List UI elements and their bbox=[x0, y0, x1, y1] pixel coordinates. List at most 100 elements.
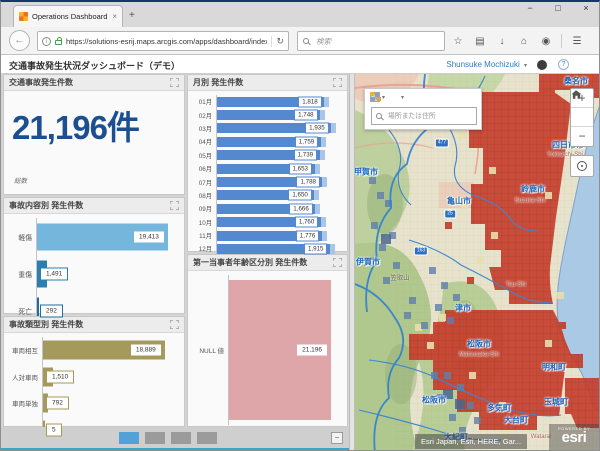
page-dot-3[interactable] bbox=[171, 432, 191, 444]
value-label: 1,653 bbox=[289, 163, 312, 174]
chart-row: 車両単独792 bbox=[6, 390, 180, 417]
axis-category-label: 08月 bbox=[190, 191, 216, 200]
value-label: 1,739 bbox=[294, 150, 317, 161]
widget-total-accidents: 交通事故発生件数 21,196件 総数 bbox=[3, 74, 185, 195]
menu-icon[interactable]: ☰ bbox=[570, 36, 584, 47]
axis-category-label: 07月 bbox=[190, 178, 216, 187]
back-button[interactable]: ← bbox=[9, 30, 30, 51]
chart-row: 10月 1,760 bbox=[190, 216, 343, 229]
home-icon[interactable]: ⌂ bbox=[517, 36, 531, 47]
collapse-panel-button[interactable]: − bbox=[331, 432, 343, 444]
axis-category-label: 01月 bbox=[190, 97, 216, 106]
page-title: 交通事故発生状況ダッシュボード（デモ） bbox=[9, 59, 180, 72]
axis-category-label: 10月 bbox=[190, 218, 216, 227]
app-menu-icon[interactable] bbox=[537, 60, 547, 70]
map-container[interactable]: 桑名市四日市市Yokkaichi-Shi鈴鹿市Suzuka-Shi亀山市甲賀市伊… bbox=[355, 74, 600, 451]
value-label: 5 bbox=[46, 423, 62, 436]
bookmark-star-icon[interactable]: ☆ bbox=[451, 36, 465, 47]
search-icon bbox=[303, 38, 309, 44]
axis-category-label: 06月 bbox=[190, 164, 216, 173]
locate-icon bbox=[577, 161, 587, 171]
browser-search-input[interactable] bbox=[314, 36, 439, 47]
axis-category-label: 人対車両 bbox=[6, 372, 42, 382]
tab-title: Operations Dashboard bbox=[32, 12, 108, 21]
chart-row: 08月1,650 bbox=[190, 189, 343, 202]
value-label: 1,491 bbox=[40, 267, 68, 280]
tab-favicon-icon bbox=[19, 12, 28, 21]
expand-icon[interactable] bbox=[170, 197, 179, 215]
reading-list-icon[interactable]: ▤ bbox=[473, 36, 487, 47]
shield-icon[interactable]: ◉ bbox=[539, 36, 553, 47]
page-dot-4[interactable] bbox=[197, 432, 217, 444]
https-lock-icon bbox=[55, 40, 62, 45]
home-extent-button[interactable] bbox=[571, 108, 593, 127]
axis-category-label: 03月 bbox=[190, 124, 216, 133]
expand-icon[interactable] bbox=[170, 316, 179, 334]
chart-row: 05月 1,739 bbox=[190, 149, 343, 162]
widget-title: 事故類型別 発生件数 bbox=[9, 319, 170, 330]
axis-category-label: 11月 bbox=[190, 231, 216, 240]
browser-tab[interactable]: Operations Dashboard × bbox=[13, 5, 123, 27]
value-label: 1,818 bbox=[298, 96, 321, 107]
help-button[interactable]: ? bbox=[558, 59, 569, 70]
browser-search-box[interactable] bbox=[297, 31, 445, 51]
chart-row: 車両相互18,889 bbox=[6, 337, 180, 364]
tab-close-icon[interactable]: × bbox=[112, 12, 117, 21]
age-group-bar-chart[interactable]: NULL 値21,196 bbox=[190, 275, 343, 422]
zoom-out-button[interactable]: − bbox=[571, 127, 593, 146]
layers-button[interactable]: ▾ bbox=[399, 94, 404, 101]
by-category-bar-chart[interactable]: 車両相互18,889人対車両1,510車両単独792列車5 bbox=[6, 337, 180, 422]
window-close-button[interactable]: × bbox=[579, 3, 593, 13]
axis-category-label: 12月 bbox=[190, 244, 216, 253]
chart-row: NULL 値21,196 bbox=[190, 275, 343, 425]
reload-button[interactable]: ↻ bbox=[271, 36, 284, 47]
esri-logo: POWERED BY esri bbox=[549, 424, 599, 450]
expand-icon[interactable] bbox=[170, 74, 179, 92]
widget-by-content: 事故内容別 発生件数 軽傷19,413重傷1,491死亡292 bbox=[3, 197, 185, 314]
downloads-icon[interactable]: ↓ bbox=[495, 36, 509, 47]
value-label: 1,915 bbox=[304, 243, 327, 254]
value-label: 1,788 bbox=[296, 177, 319, 188]
map-search-panel: ▾ ▾ bbox=[364, 88, 482, 130]
locate-button[interactable] bbox=[570, 155, 594, 177]
value-label: 1,776 bbox=[296, 230, 319, 241]
chart-row: 09月1,666 bbox=[190, 202, 343, 215]
dashboard-header: 交通事故発生状況ダッシュボード（デモ） Shunsuke Mochizuki ▾… bbox=[1, 55, 599, 74]
chevron-down-icon: ▾ bbox=[524, 63, 527, 69]
widget-monthly: 月別 発生件数 01月1,81802月1,74803月1,93504月1,759… bbox=[187, 74, 348, 252]
widget-title: 月別 発生件数 bbox=[193, 77, 333, 88]
map-search-input[interactable] bbox=[386, 112, 472, 121]
url-text[interactable]: https://solutions-esrij.maps.arcgis.com/… bbox=[66, 37, 267, 46]
axis-category-label: 05月 bbox=[190, 151, 216, 160]
total-accidents-value: 21,196件 bbox=[12, 101, 139, 149]
widget-by-category: 事故類型別 発生件数 車両相互18,889人対車両1,510車両単独792列車5 bbox=[3, 316, 185, 427]
widget-title: 事故内容別 発生件数 bbox=[9, 200, 170, 211]
expand-icon[interactable] bbox=[333, 74, 342, 92]
page-dot-1[interactable] bbox=[119, 432, 139, 444]
by-content-bar-chart[interactable]: 軽傷19,413重傷1,491死亡292 bbox=[6, 218, 180, 309]
chart-row: 02月1,748 bbox=[190, 108, 343, 121]
map-search-box[interactable] bbox=[371, 107, 477, 125]
value-label: 292 bbox=[40, 304, 63, 317]
browser-window: Operations Dashboard × + − □ × ← i https… bbox=[0, 0, 600, 451]
value-label: 1,935 bbox=[305, 123, 328, 134]
value-label: 19,413 bbox=[133, 230, 165, 243]
value-label: 1,666 bbox=[289, 203, 312, 214]
axis-category-label: 04月 bbox=[190, 137, 216, 146]
user-menu[interactable]: Shunsuke Mochizuki ▾ bbox=[446, 60, 527, 69]
page-dot-2[interactable] bbox=[145, 432, 165, 444]
chart-row: 06月 1,653 bbox=[190, 162, 343, 175]
value-label: 792 bbox=[46, 397, 69, 410]
url-bar[interactable]: i https://solutions-esrij.maps.arcgis.co… bbox=[37, 31, 289, 51]
monthly-bar-chart[interactable]: 01月1,81802月1,74803月1,93504月1,75905月1,739… bbox=[190, 95, 343, 247]
expand-icon[interactable] bbox=[333, 254, 342, 272]
window-maximize-button[interactable]: □ bbox=[551, 3, 565, 13]
chart-row: 01月 1,818 bbox=[190, 95, 343, 108]
dashboard-content: 交通事故発生件数 21,196件 総数 事故内容別 発生件数 軽傷19,413重… bbox=[1, 74, 599, 451]
chart-row: 11月 1,776 bbox=[190, 229, 343, 242]
new-tab-button[interactable]: + bbox=[129, 10, 135, 21]
value-label: 1,760 bbox=[295, 217, 318, 228]
site-info-icon[interactable]: i bbox=[42, 37, 51, 46]
window-minimize-button[interactable]: − bbox=[523, 3, 537, 13]
search-icon bbox=[376, 113, 382, 119]
